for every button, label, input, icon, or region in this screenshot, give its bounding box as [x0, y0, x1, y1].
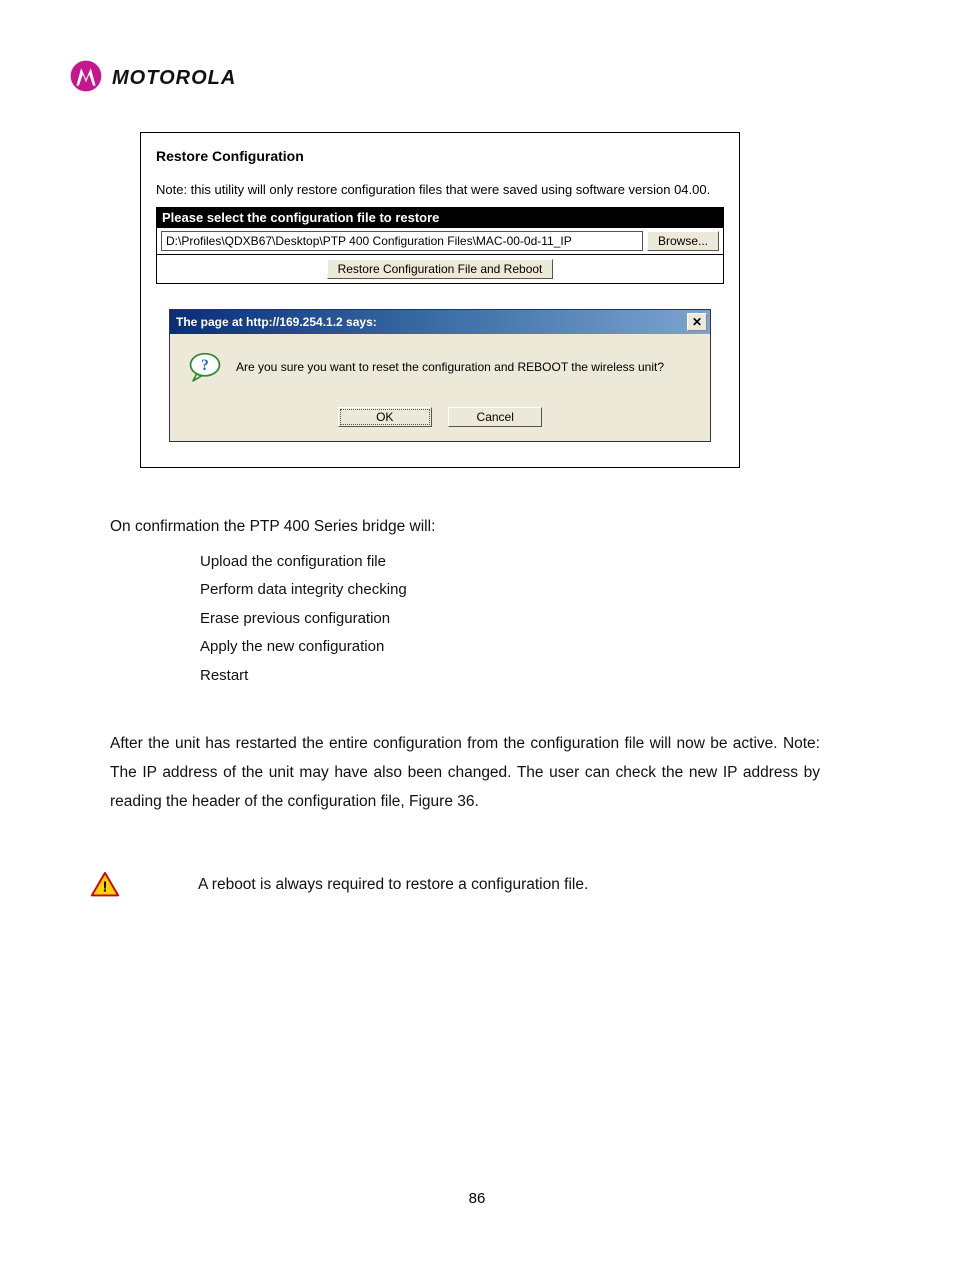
dialog-body: ? Are you sure you want to reset the con… [170, 334, 710, 441]
confirm-dialog: The page at http://169.254.1.2 says: ✕ ?… [169, 309, 711, 442]
list-item: Apply the new configuration [200, 633, 820, 662]
warning-text: A reboot is always required to restore a… [198, 871, 588, 900]
brand-text: MOTOROLA [112, 67, 236, 90]
browse-button[interactable]: Browse... [647, 231, 719, 251]
question-balloon-icon: ? [188, 352, 222, 382]
list-item: Erase previous configuration [200, 605, 820, 634]
panel-note: Note: this utility will only restore con… [156, 182, 724, 197]
restore-reboot-button[interactable]: Restore Configuration File and Reboot [327, 259, 554, 279]
close-icon[interactable]: ✕ [687, 313, 707, 331]
after-paragraph: After the unit has restarted the entire … [110, 730, 820, 816]
svg-text:!: ! [103, 879, 108, 896]
steps-list: Upload the configuration file Perform da… [200, 548, 820, 691]
file-row: D:\Profiles\QDXB67\Desktop\PTP 400 Confi… [156, 228, 724, 255]
cancel-button[interactable]: Cancel [448, 407, 542, 427]
motorola-logo-icon [70, 60, 102, 97]
dialog-title-bar: The page at http://169.254.1.2 says: ✕ [170, 310, 710, 334]
restore-config-panel: Restore Configuration Note: this utility… [140, 132, 740, 468]
list-item: Perform data integrity checking [200, 576, 820, 605]
list-item: Upload the configuration file [200, 548, 820, 577]
dialog-title-text: The page at http://169.254.1.2 says: [176, 315, 377, 329]
svg-text:?: ? [201, 357, 209, 374]
warning-triangle-icon: ! [90, 871, 120, 899]
dialog-buttons: OK Cancel [188, 407, 692, 427]
select-file-header: Please select the configuration file to … [156, 207, 724, 228]
ok-button[interactable]: OK [338, 407, 432, 427]
warning-row: ! A reboot is always required to restore… [110, 871, 820, 900]
dialog-msg-row: ? Are you sure you want to reset the con… [188, 352, 692, 382]
list-item: Restart [200, 662, 820, 691]
restore-row: Restore Configuration File and Reboot [156, 255, 724, 284]
page-header: MOTOROLA [70, 60, 854, 97]
page-number: 86 [100, 1190, 854, 1207]
dialog-message: Are you sure you want to reset the confi… [236, 360, 664, 374]
body-text: On confirmation the PTP 400 Series bridg… [110, 513, 820, 900]
panel-title: Restore Configuration [156, 148, 724, 164]
file-path-input[interactable]: D:\Profiles\QDXB67\Desktop\PTP 400 Confi… [161, 231, 643, 251]
intro-text: On confirmation the PTP 400 Series bridg… [110, 513, 820, 542]
